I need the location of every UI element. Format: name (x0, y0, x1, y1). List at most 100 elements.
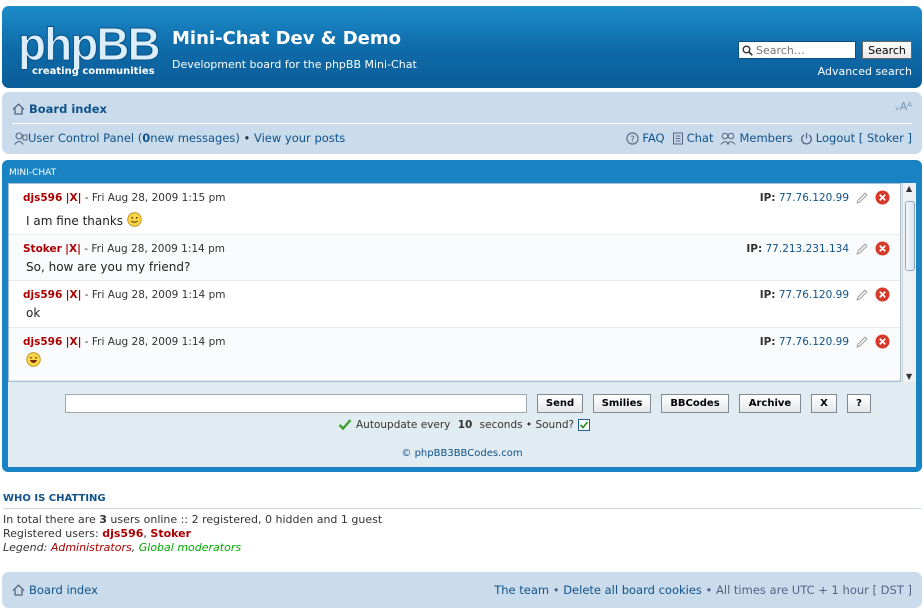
edit-icon[interactable] (855, 288, 869, 302)
autoupdate-status: Autoupdate every 10 seconds • Sound? (338, 418, 591, 431)
logout-link[interactable]: Logout [ Stoker ] (816, 131, 912, 145)
send-button[interactable]: Send (537, 394, 583, 413)
footer-navbar: Board index The team • Delete all board … (2, 572, 922, 608)
legend-label: Legend: (3, 541, 51, 554)
legend-moderators-link[interactable]: Global moderators (139, 541, 241, 554)
members-icon (721, 132, 736, 145)
scrollbar-thumb[interactable] (905, 201, 915, 271)
faq-link[interactable]: FAQ (642, 131, 664, 145)
message-username[interactable]: djs596 (23, 289, 62, 301)
logo-tagline: creating communities (32, 66, 155, 77)
footer-links: The team • Delete all board cookies • Al… (494, 583, 912, 597)
online-user-link[interactable]: djs596 (102, 527, 143, 540)
online-user-link[interactable]: Stoker (150, 527, 191, 540)
footer-breadcrumb: Board index (12, 583, 98, 597)
archive-button[interactable]: Archive (739, 394, 801, 413)
copyright-link[interactable]: © phpBB3BBCodes.com (401, 448, 522, 459)
delete-icon[interactable] (875, 241, 890, 256)
user-control-panel-icon (14, 131, 28, 145)
message-text: I am fine thanks (26, 212, 142, 228)
members-link[interactable]: Members (739, 131, 792, 145)
ip-address-link[interactable]: 77.76.120.99 (779, 192, 849, 204)
message-text (26, 352, 41, 370)
close-chat-button[interactable]: X (811, 394, 837, 413)
chat-input-row: Send Smilies BBCodes Archive X ? (65, 394, 871, 413)
help-button[interactable]: ? (847, 394, 871, 413)
message-scrollbar[interactable]: ▲ ▼ (902, 183, 916, 382)
chat-icon (672, 132, 683, 144)
message-time: - Fri Aug 28, 2009 1:15 pm (81, 192, 226, 204)
bbcodes-button[interactable]: BBCodes (661, 394, 729, 413)
minichat-inner: djs596 |X| - Fri Aug 28, 2009 1:15 pm I … (8, 183, 916, 467)
ip-address-link[interactable]: 77.76.120.99 (779, 289, 849, 301)
group-legend: Legend: Administrators, Global moderator… (3, 541, 382, 555)
legend-separator: , (131, 541, 139, 554)
sound-checkbox[interactable] (578, 418, 591, 431)
font-size-control[interactable]: ᵥAᴬ (895, 100, 912, 113)
footer-bullet: • (549, 583, 564, 597)
minichat-title: MINI-CHAT (9, 168, 57, 178)
breadcrumb: Board index (12, 102, 107, 116)
ip-address-link[interactable]: 77.213.231.134 (766, 243, 850, 255)
message-meta: djs596 |X| - Fri Aug 28, 2009 1:14 pm (23, 336, 225, 348)
search-button[interactable]: Search (862, 41, 912, 59)
scroll-up-icon[interactable]: ▲ (906, 184, 912, 193)
the-team-link[interactable]: The team (494, 583, 549, 597)
site-header: phpBB creating communities Mini-Chat Dev… (2, 6, 922, 88)
message-meta: djs596 |X| - Fri Aug 28, 2009 1:14 pm (23, 289, 225, 301)
delete-icon[interactable] (875, 334, 890, 349)
view-posts-link[interactable]: View your posts (254, 131, 345, 145)
search-input[interactable] (756, 43, 850, 57)
new-messages-count[interactable]: 0 (142, 131, 150, 145)
logo-word: phpBB (18, 18, 162, 70)
summary-prefix: In total there are (3, 513, 100, 526)
chat-link[interactable]: Chat (687, 131, 714, 145)
sound-check-icon (580, 420, 589, 429)
kick-user-link[interactable]: |X| (66, 336, 82, 348)
ucp-link-suffix[interactable]: new messages) (150, 131, 240, 145)
scroll-down-icon[interactable]: ▼ (906, 372, 912, 381)
nav-right-links: ? FAQ Chat Members Logout [ Stoker ] (626, 131, 912, 145)
message-username[interactable]: djs596 (23, 336, 62, 348)
ip-label: IP: (746, 242, 763, 255)
footer-bullet: • (701, 583, 717, 597)
message-list[interactable]: djs596 |X| - Fri Aug 28, 2009 1:15 pm I … (8, 183, 901, 382)
kick-user-link[interactable]: |X| (66, 289, 82, 301)
chat-message: djs596 |X| - Fri Aug 28, 2009 1:15 pm I … (9, 184, 900, 235)
ip-label: IP: (759, 191, 776, 204)
message-ip-box: IP: 77.76.120.99 (760, 287, 890, 302)
phpbb-logo[interactable]: phpBB creating communities (18, 18, 162, 78)
online-count: 3 (99, 513, 107, 526)
chat-message-input[interactable] (65, 394, 527, 413)
legend-administrators-link[interactable]: Administrators (51, 541, 132, 554)
minichat-panel: MINI-CHAT djs596 |X| - Fri Aug 28, 2009 … (2, 160, 922, 472)
ip-address-link[interactable]: 77.76.120.99 (779, 336, 849, 348)
message-username[interactable]: djs596 (23, 192, 62, 204)
delete-icon[interactable] (875, 190, 890, 205)
search-icon (742, 45, 753, 56)
online-summary: In total there are 3 users online :: 2 r… (3, 513, 382, 527)
footer-board-index-link[interactable]: Board index (29, 583, 98, 597)
board-index-link[interactable]: Board index (29, 102, 107, 116)
message-username[interactable]: Stoker (23, 243, 62, 255)
registered-label: Registered users: (3, 527, 103, 540)
site-title: Mini-Chat Dev & Demo (172, 28, 401, 49)
edit-icon[interactable] (855, 335, 869, 349)
ucp-link-prefix[interactable]: User Control Panel ( (28, 131, 142, 145)
laugh-icon (26, 352, 41, 367)
search-box[interactable] (738, 41, 856, 59)
bullet-separator: • (239, 131, 254, 145)
svg-text:?: ? (630, 134, 635, 144)
message-ip-box: IP: 77.76.120.99 (760, 190, 890, 205)
minichat-copyright: © phpBB3BBCodes.com (8, 448, 916, 459)
who-is-chatting-title[interactable]: WHO IS CHATTING (3, 493, 106, 504)
kick-user-link[interactable]: |X| (65, 243, 81, 255)
delete-cookies-link[interactable]: Delete all board cookies (563, 583, 702, 597)
delete-icon[interactable] (875, 287, 890, 302)
advanced-search-link[interactable]: Advanced search (818, 65, 912, 78)
edit-icon[interactable] (855, 191, 869, 205)
message-ip-box: IP: 77.213.231.134 (746, 241, 890, 256)
smilies-button[interactable]: Smilies (593, 394, 651, 413)
kick-user-link[interactable]: |X| (66, 192, 82, 204)
edit-icon[interactable] (855, 242, 869, 256)
